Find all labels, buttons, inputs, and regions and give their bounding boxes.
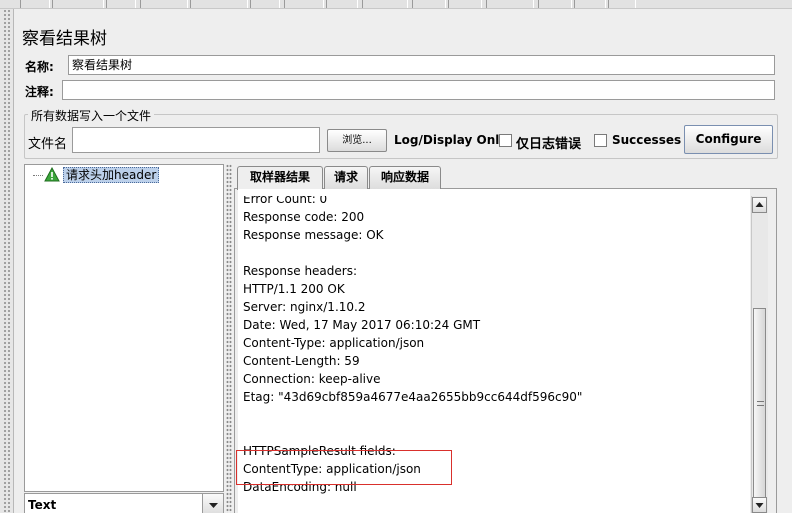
comment-label: 注释: [25, 85, 54, 99]
name-label: 名称: [25, 60, 54, 74]
tab-sampler-result[interactable]: 取样器结果 [237, 166, 323, 190]
scroll-thumb[interactable] [753, 308, 766, 498]
response-line: Server: nginx/1.10.2 [243, 300, 366, 314]
file-section-title: 所有数据写入一个文件 [28, 107, 155, 124]
tree-connector-line [33, 175, 43, 176]
chevron-down-icon [209, 503, 218, 508]
configure-button[interactable]: Configure [684, 125, 773, 154]
center-split-grip[interactable] [226, 164, 232, 513]
response-line: Response message: OK [243, 228, 384, 242]
scroll-thumb-grip [757, 401, 764, 406]
toolbar-strip [0, 0, 792, 9]
toolbar-segment[interactable] [52, 0, 104, 8]
tab-response-data[interactable]: 响应数据 [369, 166, 441, 189]
response-line: Content-Type: application/json [243, 336, 425, 350]
response-line: Date: Wed, 17 May 2017 06:10:24 GMT [243, 318, 481, 332]
toolbar-segment[interactable] [250, 0, 280, 8]
successes-label: Successes [612, 133, 682, 147]
toolbar-segment[interactable] [284, 0, 324, 8]
filename-label: 文件名 [28, 137, 68, 152]
response-line: Etag: "43d69cbf859a4677e4aa2655bb9cc644d… [243, 390, 583, 404]
warning-triangle-icon [44, 166, 60, 183]
response-line: Response headers: [243, 264, 358, 278]
response-clip-top [238, 189, 750, 196]
toolbar-segment[interactable] [190, 0, 248, 8]
renderer-dropdown-button[interactable] [202, 494, 223, 513]
toolbar-segment[interactable] [574, 0, 606, 8]
errors-only-checkbox[interactable] [499, 134, 512, 147]
arrow-down-icon [755, 503, 764, 508]
response-line: HTTP/1.1 200 OK [243, 282, 345, 296]
scroll-up-button[interactable] [752, 197, 767, 213]
toolbar-segment[interactable] [106, 0, 136, 8]
response-line: Connection: keep-alive [243, 372, 381, 386]
renderer-selected-value: Text [28, 498, 57, 512]
name-input[interactable]: 察看结果树 [68, 55, 775, 75]
toolbar-segment[interactable] [448, 0, 482, 8]
toolbar-segment[interactable] [20, 0, 50, 8]
toolbar-segment[interactable] [140, 0, 188, 8]
successes-checkbox[interactable] [594, 134, 607, 147]
page-title: 察看结果树 [22, 29, 107, 49]
response-line: Content-Length: 59 [243, 354, 360, 368]
toolbar-segment[interactable] [362, 0, 408, 8]
toolbar-segment[interactable] [538, 0, 572, 8]
arrow-up-icon [755, 202, 764, 207]
left-split-grip [3, 9, 11, 513]
toolbar-segment[interactable] [608, 0, 636, 8]
scroll-down-button[interactable] [752, 497, 767, 513]
toolbar-segment[interactable] [486, 0, 534, 8]
errors-only-label: 仅日志错误 [516, 137, 582, 152]
annotation-highlight-box [236, 450, 452, 485]
browse-button[interactable]: 浏览... [327, 129, 387, 152]
result-tree[interactable] [24, 164, 224, 492]
tab-request[interactable]: 请求 [324, 166, 368, 189]
log-display-label: Log/Display Only: [394, 133, 512, 147]
toolbar-segment[interactable] [412, 0, 446, 8]
filename-input[interactable] [72, 127, 320, 153]
comment-input[interactable] [62, 80, 775, 100]
renderer-select[interactable]: Text [24, 493, 224, 513]
toolbar-segment[interactable] [326, 0, 358, 8]
tree-item-request[interactable]: 请求头加header [63, 167, 160, 183]
response-line: Response code: 200 [243, 210, 365, 224]
